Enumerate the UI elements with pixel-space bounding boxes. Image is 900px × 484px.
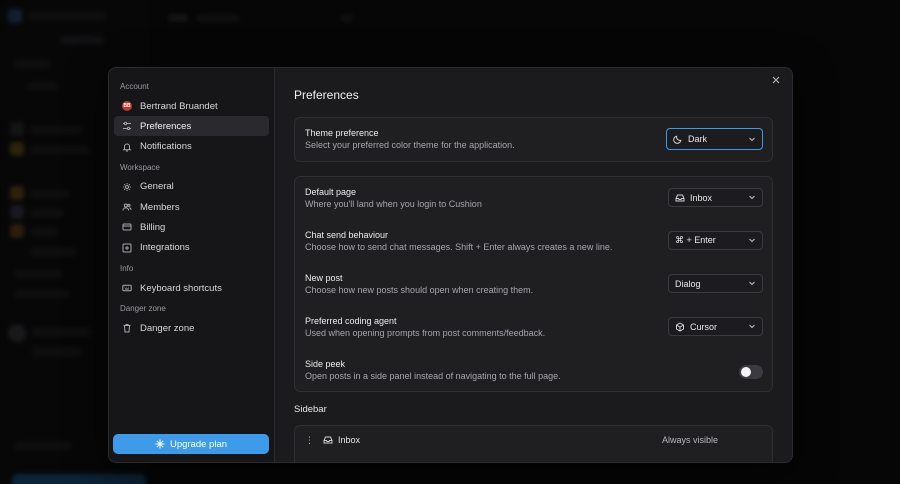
new-post-value: Dialog [675,278,701,289]
cube-icon [675,321,685,332]
nav-item-notifications[interactable]: Notifications [114,137,269,157]
side-peek-title: Side peek [305,359,346,369]
theme-select[interactable]: Dark [666,128,763,150]
coding-agent-select[interactable]: Cursor [668,317,763,336]
nav-item-label: Billing [140,221,166,233]
sidebar-heading: Sidebar [294,404,327,415]
default-page-value: Inbox [690,192,713,203]
default-page-select[interactable]: Inbox [668,188,763,207]
credit-card-icon [120,222,134,232]
sidebar-item-label: Inbox [338,435,361,445]
chevron-down-icon [748,279,756,287]
nav-section-account: Account [120,82,149,91]
moon-icon [673,134,683,144]
chat-send-row: Chat send behaviour Choose how to send c… [295,220,772,263]
side-peek-description: Open posts in a side panel instead of na… [305,371,561,381]
keyboard-icon [120,283,134,293]
new-post-row: New post Choose how new posts should ope… [295,263,772,306]
sparkle-icon [155,439,165,449]
nav-item-label: Preferences [140,120,192,132]
default-page-row: Default page Where you'll land when you … [295,177,772,220]
nav-item-label: Members [140,201,180,213]
preferences-panel: Preferences Theme preference Select your… [275,68,792,462]
nav-item-label: Danger zone [140,322,195,334]
sidebar-items-card: ⋮ Inbox Always visible [294,425,773,462]
page-title: Preferences [294,88,359,102]
nav-item-label: Bertrand Bruandet [140,100,218,112]
theme-card: Theme preference Select your preferred c… [294,117,773,162]
settings-nav: Account BB Bertrand Bruandet Preferences… [109,68,275,462]
nav-item-danger-zone[interactable]: Danger zone [114,318,269,338]
nav-section-workspace: Workspace [120,162,160,172]
avatar: BB [120,101,134,111]
chevron-down-icon [748,236,756,244]
avatar-initials: BB [122,101,132,111]
close-icon[interactable] [770,75,782,87]
inbox-icon [323,435,333,445]
nav-item-keyboard-shortcuts[interactable]: Keyboard shortcuts [114,278,269,298]
nav-item-billing[interactable]: Billing [114,217,269,237]
nav-section-info: Info [120,264,134,274]
theme-select-value: Dark [688,134,708,144]
chevron-down-icon [748,322,756,330]
nav-item-label: Keyboard shortcuts [140,282,222,294]
side-peek-row: Side peek Open posts in a side panel ins… [295,349,772,391]
inbox-icon [675,193,685,203]
users-icon [120,202,134,212]
sliders-icon [120,121,134,131]
upgrade-plan-label: Upgrade plan [169,438,228,450]
upgrade-plan-button[interactable]: Upgrade plan [113,434,269,454]
chevron-down-icon [748,193,756,201]
nav-item-profile[interactable]: BB Bertrand Bruandet [114,96,269,116]
sidebar-item-inbox[interactable]: ⋮ Inbox Always visible [295,426,772,454]
chat-send-select[interactable]: ⌘ + Enter [668,231,763,250]
nav-item-general[interactable]: General [114,177,269,197]
toggle-knob [741,367,751,377]
nav-item-label: General [140,181,174,193]
nav-item-preferences[interactable]: Preferences [114,116,269,137]
nav-item-label: Notifications [140,141,192,153]
nav-item-integrations[interactable]: Integrations [114,238,269,258]
drag-handle-icon[interactable]: ⋮ [305,435,314,446]
nav-section-danger-zone: Danger zone [120,304,166,314]
coding-agent-row: Preferred coding agent Used when opening… [295,306,772,349]
general-preferences-card: Default page Where you'll land when you … [294,176,773,392]
chat-send-value: ⌘ + Enter [675,235,716,245]
settings-modal: Account BB Bertrand Bruandet Preferences… [108,67,793,463]
new-post-select[interactable]: Dialog [668,274,763,293]
theme-preference-row: Theme preference Select your preferred c… [295,118,772,161]
trash-icon [120,323,134,333]
coding-agent-value: Cursor [690,321,718,332]
chevron-down-icon [748,135,756,143]
gear-icon [120,182,134,192]
nav-item-members[interactable]: Members [114,197,269,217]
nav-item-label: Integrations [140,242,190,254]
plus-square-icon [120,243,134,253]
side-peek-toggle[interactable] [739,365,763,379]
bell-icon [120,142,134,152]
sidebar-item-visibility[interactable]: Always visible [662,435,718,445]
